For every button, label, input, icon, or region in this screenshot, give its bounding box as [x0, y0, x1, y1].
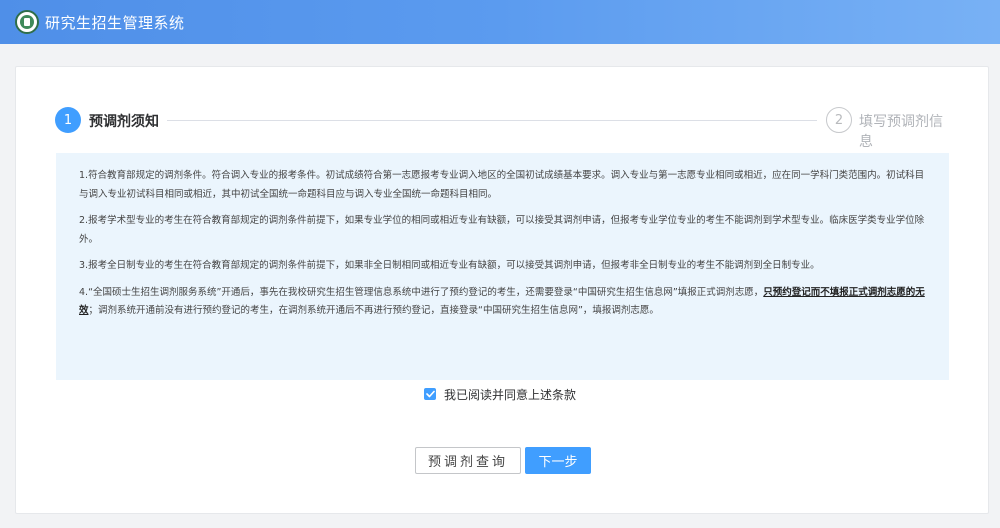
- notice-item-4-part-b: ；调剂系统开通前没有进行预约登记的考生，在调剂系统开通后不再进行预约登记，直接登…: [88, 305, 659, 316]
- step-1-number: 1: [55, 107, 81, 133]
- app-title: 研究生招生管理系统: [45, 13, 185, 32]
- notice-panel: 1.符合教育部规定的调剂条件。符合调入专业的报考条件。初试成绩符合第一志愿报考专…: [56, 153, 949, 380]
- step-connector-line: [167, 120, 817, 121]
- notice-item-1: 1.符合教育部规定的调剂条件。符合调入专业的报考条件。初试成绩符合第一志愿报考专…: [79, 170, 925, 200]
- notice-item-4-part-a: 4.“全国硕士生招生调剂服务系统”开通后，事先在我校研究生招生管理信息系统中进行…: [79, 286, 764, 298]
- notice-item-4: 4.“全国硕士生招生调剂服务系统”开通后，事先在我校研究生招生管理信息系统中进行…: [79, 284, 926, 321]
- agreement-row[interactable]: 我已阅读并同意上述条款: [424, 386, 576, 402]
- step-2-number: 2: [826, 107, 852, 133]
- notice-item-3: 3.报考全日制专业的考生在符合教育部规定的调剂条件前提下，如果非全日制相同或相近…: [79, 260, 820, 271]
- step-2-label: 填写预调剂信息: [859, 114, 943, 150]
- pre-adjustment-query-button[interactable]: 预调剂查询: [415, 447, 521, 474]
- agreement-label[interactable]: 我已阅读并同意上述条款: [444, 386, 576, 403]
- notice-item-2: 2.报考学术型专业的考生在符合教育部规定的调剂条件前提下，如果专业学位的相同或相…: [79, 215, 925, 245]
- next-step-button[interactable]: 下一步: [525, 447, 591, 474]
- checkmark-icon: [425, 390, 435, 398]
- main-card: 1 预调剂须知 2 填写预调剂信息 1.符合教育部规定的调剂条件。符合调入专业的…: [15, 66, 989, 514]
- steps-bar: 1 预调剂须知 2 填写预调剂信息: [55, 107, 950, 150]
- step-1-label: 预调剂须知: [89, 114, 159, 130]
- app-header: 研究生招生管理系统: [0, 0, 1000, 44]
- university-seal-icon: [15, 10, 39, 34]
- agreement-checkbox[interactable]: [424, 388, 436, 400]
